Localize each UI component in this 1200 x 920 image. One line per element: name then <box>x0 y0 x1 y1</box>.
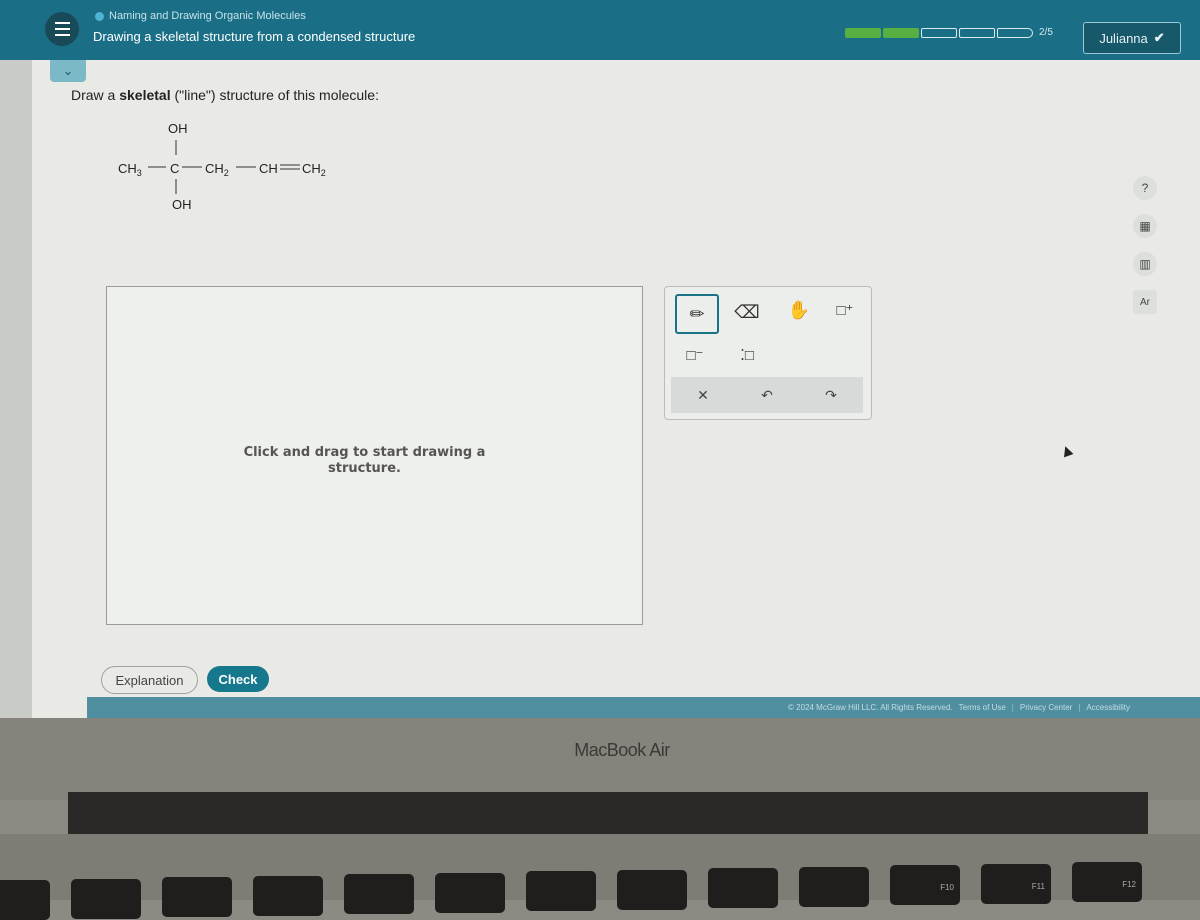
redo-button[interactable]: ↷ <box>825 387 837 404</box>
keyboard-key <box>526 871 596 911</box>
browser-screen: Naming and Drawing Organic Molecules Dra… <box>0 0 1200 718</box>
positive-charge-tool[interactable]: □⁺ <box>825 292 865 328</box>
mouse-cursor-icon <box>1060 444 1074 458</box>
progress-segment <box>921 27 957 38</box>
user-menu-button[interactable]: Julianna ✔ <box>1083 22 1181 54</box>
calculator-icon[interactable]: ▦ <box>1133 214 1157 238</box>
progress-segment <box>959 27 995 38</box>
progress-segment <box>845 27 881 38</box>
sidebar-tools: ? ▦ ▥ Ar <box>1133 176 1157 314</box>
condensed-structure: OH CH3 C CH2 CH CH2 OH <box>118 121 326 212</box>
keyboard-key <box>344 874 414 914</box>
header-bar: Naming and Drawing Organic Molecules Dra… <box>0 0 1200 60</box>
keyboard-key <box>435 872 505 913</box>
ch2-terminal-label: CH2 <box>302 161 326 178</box>
hand-tool[interactable]: ✋ <box>779 292 819 328</box>
user-name: Julianna <box>1099 30 1148 46</box>
undo-button[interactable]: ↶ <box>761 387 773 404</box>
keyboard-key: F10 <box>890 865 960 905</box>
clear-button[interactable]: ✕ <box>697 387 709 404</box>
data-chart-icon[interactable]: ▥ <box>1133 252 1157 276</box>
keyboard-key <box>162 877 232 917</box>
hand-icon: ✋ <box>787 299 811 320</box>
topic-text: Naming and Drawing Organic Molecules <box>109 10 306 22</box>
keyboard-key: F11 <box>981 863 1051 904</box>
canvas-hint: Click and drag to start drawing a struct… <box>243 445 486 476</box>
menu-icon <box>54 22 70 24</box>
carbon-label: C <box>170 161 179 176</box>
device-brand: MacBook Air <box>574 740 670 760</box>
explanation-button[interactable]: Explanation <box>101 666 198 694</box>
ch2-label: CH2 <box>205 161 229 178</box>
lone-pair-tool[interactable]: ⁚□ <box>727 337 767 373</box>
progress-segment <box>883 27 919 38</box>
check-button[interactable]: Check <box>207 666 269 692</box>
ch3-label: CH3 <box>118 161 142 178</box>
assignment-subtitle: Drawing a skeletal structure from a cond… <box>93 29 416 44</box>
keyboard-key <box>71 878 141 919</box>
question-prompt: Draw a skeletal ("line") structure of th… <box>71 87 379 103</box>
ch-label: CH <box>259 161 278 176</box>
accessibility-link[interactable]: Accessibility <box>1086 703 1130 712</box>
keyboard-key <box>253 875 323 916</box>
progress-bar: 2/5 <box>845 27 1053 38</box>
periodic-table-icon[interactable]: Ar <box>1133 290 1157 314</box>
drawing-canvas[interactable]: Click and drag to start drawing a struct… <box>106 286 643 625</box>
top-oh-label: OH <box>168 121 188 136</box>
progress-label: 2/5 <box>1039 27 1053 38</box>
progress-segment <box>997 27 1033 38</box>
pencil-icon: ✏ <box>689 303 705 324</box>
lone-pair-icon: ⁚□ <box>740 347 754 364</box>
bottom-oh-label: OH <box>172 197 192 212</box>
negative-charge-icon: □⁻ <box>686 347 704 364</box>
privacy-link[interactable]: Privacy Center <box>1020 703 1072 712</box>
toolbox-actions: ✕ ↶ ↷ <box>671 377 863 413</box>
collapse-toggle[interactable]: ⌄ <box>50 60 86 82</box>
footer: © 2024 McGraw Hill LLC. All Rights Reser… <box>87 697 1200 718</box>
chevron-down-icon: ✔ <box>1153 30 1165 45</box>
topic-dot-icon <box>95 11 104 21</box>
keyboard-key <box>0 880 50 920</box>
topic-label: Naming and Drawing Organic Molecules <box>95 10 306 22</box>
keyboard-key <box>799 866 869 907</box>
keyboard-key: F12 <box>1072 862 1142 902</box>
positive-charge-icon: □⁺ <box>836 302 854 319</box>
pencil-tool[interactable]: ✏ <box>675 294 719 334</box>
terms-link[interactable]: Terms of Use <box>959 703 1006 712</box>
copyright-text: © 2024 McGraw Hill LLC. All Rights Reser… <box>788 703 953 712</box>
drawing-toolbox: ✏ ⌫ ✋ □⁺ □⁻ ⁚□ ✕ ↶ ↷ <box>664 286 872 420</box>
laptop-hinge <box>68 792 1148 834</box>
chevron-down-icon: ⌄ <box>62 63 74 78</box>
help-icon[interactable]: ? <box>1133 176 1157 200</box>
eraser-tool[interactable]: ⌫ <box>727 294 767 330</box>
keyboard-key <box>708 868 778 908</box>
negative-charge-tool[interactable]: □⁻ <box>675 337 715 373</box>
window-edge <box>0 0 32 718</box>
menu-button[interactable] <box>45 12 79 46</box>
keyboard-key <box>617 869 687 910</box>
eraser-icon: ⌫ <box>734 301 760 322</box>
